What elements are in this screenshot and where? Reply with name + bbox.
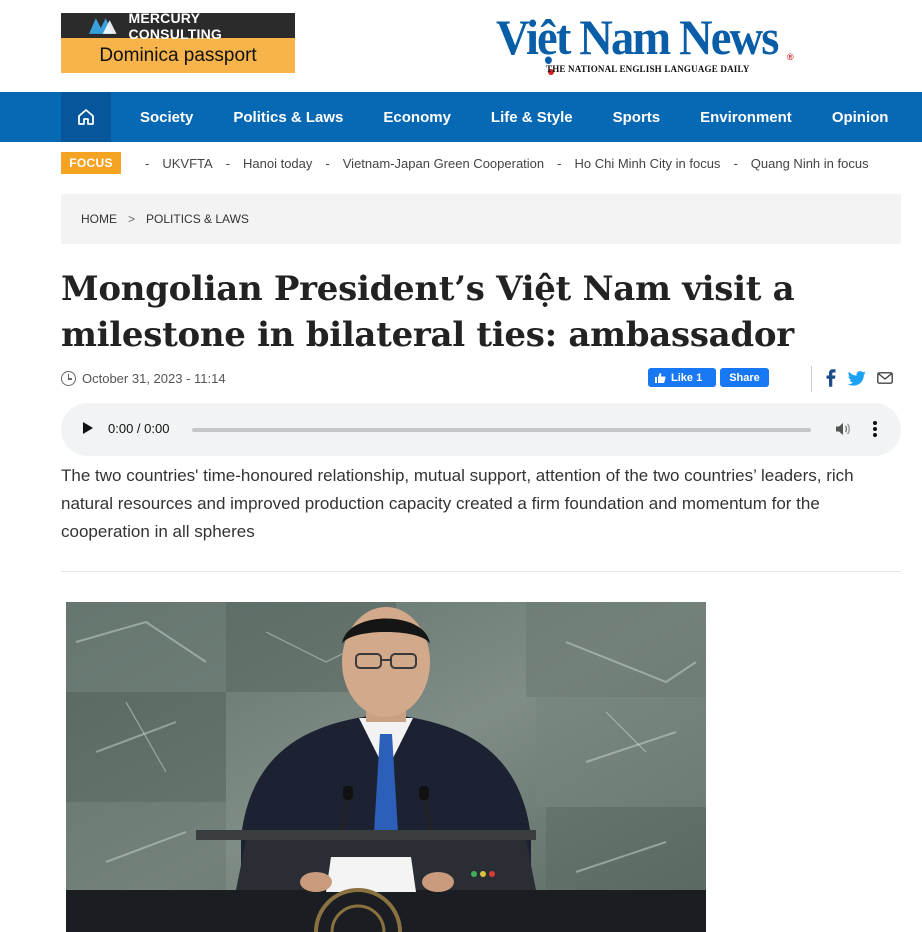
focus-item-hanoi-today[interactable]: Hanoi today — [243, 156, 312, 171]
facebook-like-button[interactable]: Like 1 — [648, 368, 716, 387]
nav-item-opinion[interactable]: Opinion — [812, 109, 909, 126]
nav-item-politics-laws[interactable]: Politics & Laws — [213, 109, 363, 126]
facebook-share-button[interactable]: Share — [720, 368, 769, 387]
advertisement-banner[interactable]: MERCURY CONSULTING Dominica passport — [61, 10, 295, 73]
facebook-icon[interactable] — [825, 369, 837, 387]
ad-tagline: Dominica passport — [61, 38, 295, 73]
article-meta: October 31, 2023 - 11:14 Like 1 Share — [61, 366, 901, 392]
ad-brand: MERCURY CONSULTING — [128, 9, 222, 42]
article-photo-illustration — [66, 602, 706, 932]
play-icon[interactable] — [83, 422, 93, 434]
breadcrumb-separator: > — [128, 212, 136, 226]
site-logo-subtitle: THE NATIONAL ENGLISH LANGUAGE DAILY — [546, 64, 750, 74]
social-share-icons — [825, 369, 893, 387]
focus-separator: - — [325, 155, 330, 171]
site-header: MERCURY CONSULTING Dominica passport Việ… — [0, 0, 922, 92]
focus-item-hcmc[interactable]: Ho Chi Minh City in focus — [574, 156, 720, 171]
audio-time: 0:00 / 0:00 — [108, 421, 170, 436]
audio-progress-track[interactable] — [192, 428, 811, 432]
site-logo[interactable]: Việt Nam News THE NATIONAL ENGLISH LANGU… — [496, 8, 801, 75]
article-date: October 31, 2023 - 11:14 — [61, 371, 226, 386]
home-icon — [78, 109, 94, 125]
breadcrumb: HOME > POLITICS & LAWS — [61, 194, 901, 244]
focus-item-vietnam-japan[interactable]: Vietnam-Japan Green Cooperation — [343, 156, 544, 171]
mercury-logo-icon — [88, 17, 117, 34]
mail-icon[interactable] — [877, 372, 893, 384]
nav-item-economy[interactable]: Economy — [363, 109, 471, 126]
site-logo-title: Việt Nam News — [496, 9, 779, 65]
focus-separator: - — [733, 155, 738, 171]
article-photo — [66, 602, 706, 932]
ad-top-bar: MERCURY CONSULTING — [61, 10, 295, 42]
volume-icon[interactable] — [834, 420, 852, 438]
focus-item-quang-ninh[interactable]: Quang Ninh in focus — [751, 156, 869, 171]
logo-trademark: ® — [787, 52, 794, 62]
focus-item-ukvfta[interactable]: UKVFTA — [162, 156, 212, 171]
clock-icon — [61, 371, 76, 386]
nav-items: Society Politics & Laws Economy Life & S… — [120, 92, 908, 142]
article-summary: The two countries' time-honoured relatio… — [61, 466, 854, 541]
focus-bar: FOCUS - UKVFTA - Hanoi today - Vietnam-J… — [61, 152, 922, 174]
article-date-text: October 31, 2023 - 11:14 — [82, 371, 226, 386]
breadcrumb-home[interactable]: HOME — [81, 212, 117, 226]
audio-player: 0:00 / 0:00 — [61, 403, 901, 456]
focus-separator: - — [225, 155, 231, 171]
nav-item-sports[interactable]: Sports — [593, 109, 681, 126]
more-options-icon[interactable] — [871, 420, 879, 438]
thumbs-up-icon — [655, 372, 666, 383]
main-navigation: Society Politics & Laws Economy Life & S… — [0, 92, 922, 142]
social-divider — [811, 366, 812, 392]
focus-label: FOCUS — [61, 152, 121, 174]
focus-items: - UKVFTA - Hanoi today - Vietnam-Japan G… — [145, 156, 869, 171]
nav-item-environment[interactable]: Environment — [680, 109, 812, 126]
nav-item-society[interactable]: Society — [120, 109, 213, 126]
nav-home-button[interactable] — [61, 92, 111, 142]
twitter-icon[interactable] — [848, 370, 866, 386]
section-divider — [61, 571, 901, 572]
focus-separator: - — [557, 155, 562, 171]
facebook-like-label: Like 1 — [671, 371, 703, 384]
focus-separator: - — [145, 155, 150, 171]
breadcrumb-section[interactable]: POLITICS & LAWS — [146, 212, 249, 226]
nav-item-life-style[interactable]: Life & Style — [471, 109, 593, 126]
article-headline: Mongolian President’s Việt Nam visit a m… — [61, 269, 795, 355]
